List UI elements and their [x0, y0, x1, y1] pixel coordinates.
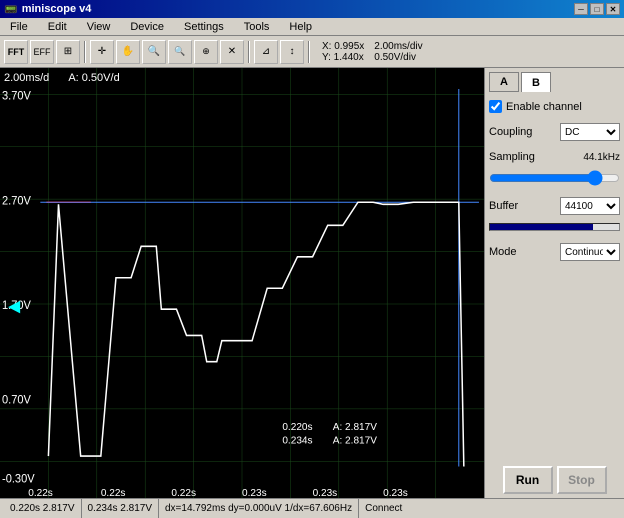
run-button[interactable]: Run: [503, 466, 553, 494]
hand-button[interactable]: ✋: [116, 40, 140, 64]
menu-file[interactable]: File: [4, 20, 34, 34]
mode-label: Mode: [489, 246, 517, 258]
app-title: miniscope v4: [22, 3, 92, 15]
svg-text:0.23s: 0.23s: [313, 488, 338, 498]
scale-button[interactable]: ↕: [280, 40, 304, 64]
grid-button[interactable]: ⊞: [56, 40, 80, 64]
svg-text:0.22s: 0.22s: [171, 488, 196, 498]
svg-text:0.23s: 0.23s: [383, 488, 408, 498]
main-area: 2.00ms/d A: 0.50V/d 3.70V: [0, 68, 624, 498]
cursor-button[interactable]: ✛: [90, 40, 114, 64]
fft-button[interactable]: FFT: [4, 40, 28, 64]
right-panel: A B Enable channel Coupling DC AC GND Sa…: [484, 68, 624, 498]
coupling-row: Coupling DC AC GND: [489, 123, 620, 141]
status-seg1: 0.220s 2.817V: [4, 499, 82, 518]
run-stop-row: Run Stop: [489, 458, 620, 494]
scope-display[interactable]: 2.00ms/d A: 0.50V/d 3.70V: [0, 68, 484, 498]
mode-row: Mode Continuous Single Auto: [489, 243, 620, 261]
svg-text:A: 2.817V: A: 2.817V: [333, 435, 377, 446]
svg-text:0.22s: 0.22s: [101, 488, 126, 498]
enable-channel-row: Enable channel: [489, 100, 620, 113]
close-button[interactable]: ✕: [606, 3, 620, 15]
mode-select[interactable]: Continuous Single Auto: [560, 243, 620, 261]
toolbar-time-div: 2.00ms/div: [374, 41, 422, 52]
buffer-fill: [490, 224, 593, 230]
status-seg2: 0.234s 2.817V: [82, 499, 160, 518]
status-pos2: 0.234s 2.817V: [88, 503, 153, 514]
channel-tab-a[interactable]: A: [489, 72, 519, 92]
svg-text:A: 2.817V: A: 2.817V: [333, 422, 377, 433]
toolbar-volt-div: 0.50V/div: [374, 52, 422, 63]
time-scale: 2.00ms/d: [4, 72, 49, 84]
enable-channel-label: Enable channel: [506, 101, 582, 113]
svg-text:0.23s: 0.23s: [242, 488, 267, 498]
svg-text:-0.30V: -0.30V: [2, 473, 35, 485]
channel-tab-b[interactable]: B: [521, 72, 551, 92]
menu-device[interactable]: Device: [124, 20, 170, 34]
buffer-row: Buffer 44100 22050 11025: [489, 197, 620, 215]
measure-button[interactable]: ⊿: [254, 40, 278, 64]
buffer-select[interactable]: 44100 22050 11025: [560, 197, 620, 215]
toolbar: FFT EFF ⊞ ✛ ✋ 🔍 🔍 ⊕ ✕ ⊿ ↕ X: 0.995x Y: 1…: [0, 36, 624, 68]
scope-canvas: 3.70V 2.70V 1.70V 0.70V -0.30V 0.22s 0.2…: [0, 68, 484, 498]
volt-scale: A: 0.50V/d: [68, 72, 119, 84]
menu-bar: File Edit View Device Settings Tools Hel…: [0, 18, 624, 36]
sampling-value: 44.1kHz: [583, 152, 620, 163]
enable-channel-checkbox[interactable]: [489, 100, 502, 113]
title-bar-left: 📟 miniscope v4: [4, 3, 91, 16]
minimize-button[interactable]: ─: [574, 3, 588, 15]
title-bar: 📟 miniscope v4 ─ □ ✕: [0, 0, 624, 18]
svg-text:0.234s: 0.234s: [282, 435, 312, 446]
svg-text:0.220s: 0.220s: [282, 422, 312, 433]
status-connect: Connect: [365, 503, 402, 514]
toolbar-y: Y: 1.440x: [322, 52, 364, 63]
svg-text:2.70V: 2.70V: [2, 195, 31, 207]
cancel-button[interactable]: ✕: [220, 40, 244, 64]
menu-tools[interactable]: Tools: [238, 20, 276, 34]
toolbar-scale: 2.00ms/div 0.50V/div: [374, 41, 422, 63]
sampling-slider[interactable]: [489, 171, 620, 185]
channel-tabs: A B: [489, 72, 620, 92]
status-seg3: dx=14.792ms dy=0.000uV 1/dx=67.606Hz: [159, 499, 359, 518]
app-icon: 📟: [4, 3, 18, 16]
sampling-label: Sampling: [489, 151, 535, 163]
menu-view[interactable]: View: [81, 20, 117, 34]
sep1: [84, 41, 86, 63]
menu-help[interactable]: Help: [283, 20, 318, 34]
buffer-label: Buffer: [489, 200, 518, 212]
coupling-label: Coupling: [489, 126, 532, 138]
scope-info: 2.00ms/d A: 0.50V/d: [4, 72, 120, 84]
stop-button[interactable]: Stop: [557, 466, 607, 494]
zoom-fit-button[interactable]: ⊕: [194, 40, 218, 64]
status-seg4[interactable]: Connect: [359, 499, 620, 518]
zoom-in-button[interactable]: 🔍: [142, 40, 166, 64]
menu-settings[interactable]: Settings: [178, 20, 230, 34]
buffer-bar: [489, 223, 620, 231]
maximize-button[interactable]: □: [590, 3, 604, 15]
sep2: [248, 41, 250, 63]
sampling-row: Sampling 44.1kHz: [489, 151, 620, 163]
svg-text:0.22s: 0.22s: [28, 488, 53, 498]
toolbar-info: X: 0.995x Y: 1.440x: [322, 41, 364, 63]
zoom-out-button[interactable]: 🔍: [168, 40, 192, 64]
title-bar-controls: ─ □ ✕: [574, 3, 620, 15]
status-dx-dy: dx=14.792ms dy=0.000uV 1/dx=67.606Hz: [165, 503, 352, 514]
coupling-select[interactable]: DC AC GND: [560, 123, 620, 141]
svg-text:0.70V: 0.70V: [2, 394, 31, 406]
svg-text:3.70V: 3.70V: [2, 90, 31, 102]
sep3: [308, 41, 310, 63]
menu-edit[interactable]: Edit: [42, 20, 73, 34]
toolbar-x: X: 0.995x: [322, 41, 364, 52]
status-pos1: 0.220s 2.817V: [10, 503, 75, 514]
eff-button[interactable]: EFF: [30, 40, 54, 64]
status-bar: 0.220s 2.817V 0.234s 2.817V dx=14.792ms …: [0, 498, 624, 518]
